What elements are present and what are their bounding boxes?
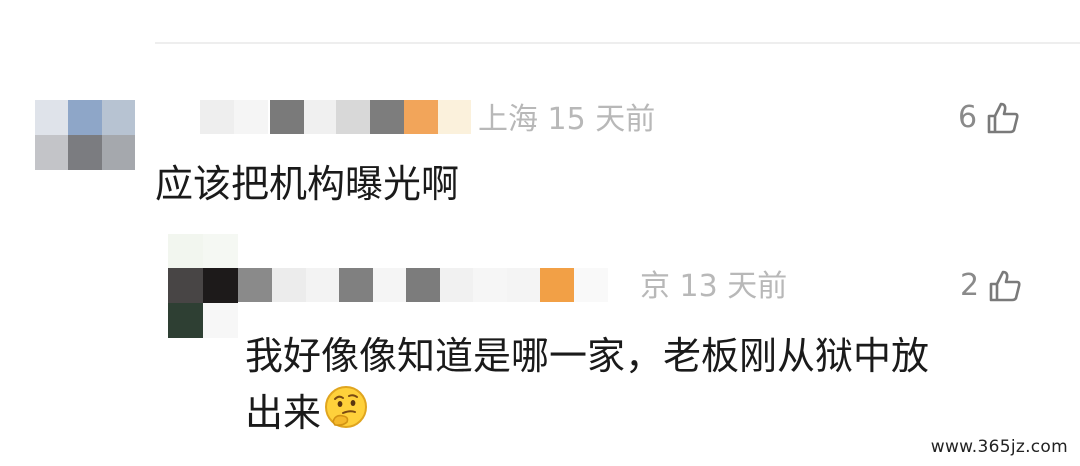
- comment-text: 应该把机构曝光啊: [155, 162, 460, 206]
- thumbs-up-icon: [985, 100, 1021, 136]
- reply-avatar[interactable]: [168, 234, 238, 338]
- reply-time: 13 天前: [679, 269, 788, 304]
- reply-text-line-2-text: 出来: [245, 391, 322, 436]
- reply-meta: 京 13 天前: [640, 272, 787, 302]
- reply-username[interactable]: [238, 268, 613, 302]
- reply-text-line-2: 出来: [245, 384, 929, 445]
- like-button[interactable]: 6: [958, 100, 1021, 136]
- reply-text-line-1: 我好像像知道是哪一家，老板刚从狱中放: [245, 334, 930, 378]
- reply-location: 京: [640, 269, 670, 304]
- reply-text: 我好像像知道是哪一家，老板刚从狱中放 出来: [245, 330, 929, 445]
- comment-meta: 上海 15 天前: [478, 105, 655, 135]
- thinking-face-emoji: [323, 384, 369, 445]
- reply-like-count: 2: [960, 268, 980, 303]
- divider: [155, 42, 1080, 44]
- thumbs-up-icon: [987, 268, 1023, 304]
- comment-time: 15 天前: [547, 102, 656, 137]
- comment-location: 上海: [478, 102, 538, 137]
- reply-like-button[interactable]: 2: [960, 268, 1023, 304]
- watermark: www.365jz.com: [930, 437, 1068, 457]
- username[interactable]: [170, 100, 475, 134]
- avatar[interactable]: [35, 100, 135, 170]
- like-count: 6: [958, 100, 978, 135]
